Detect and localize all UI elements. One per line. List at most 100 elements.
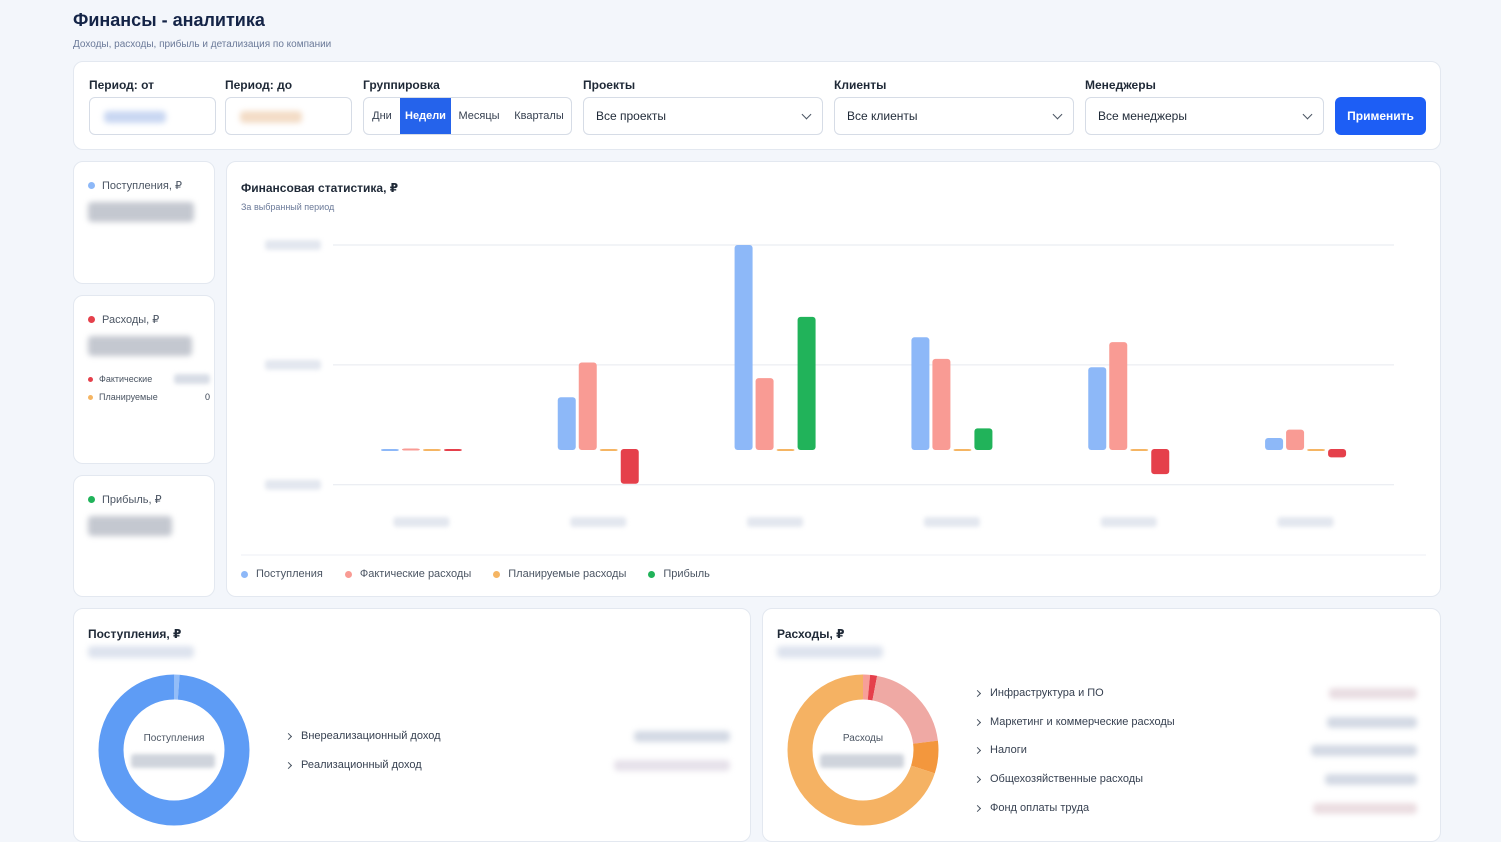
- financial-stats-chart-card: Финансовая статистика, ₽ За выбранный пе…: [226, 161, 1441, 597]
- expenses-actual-value: [174, 374, 210, 384]
- expenses-breakdown-card: Расходы, ₽ Расходы Инфраструктура и ПО М…: [762, 608, 1441, 842]
- actual-dot-icon: [88, 376, 93, 382]
- chevron-right-icon: [284, 761, 293, 769]
- planned-dot-icon: [88, 394, 93, 400]
- bar-3-6[interactable]: [1307, 449, 1326, 451]
- expenses-category-value: [1327, 717, 1417, 728]
- bar-1-1[interactable]: [380, 449, 399, 451]
- bar-4-4[interactable]: [974, 428, 993, 450]
- legend-income[interactable]: Поступления: [241, 568, 323, 580]
- y-tick-label: [265, 240, 321, 250]
- profit-stat-title: Прибыль, ₽: [88, 493, 162, 506]
- bar-1-4[interactable]: [911, 337, 930, 450]
- page-subtitle: Доходы, расходы, прибыль и детализация п…: [73, 39, 332, 50]
- profit-stat-card: Прибыль, ₽: [73, 475, 215, 597]
- bar-3-1[interactable]: [422, 449, 441, 451]
- income-breakdown-card: Поступления, ₽ Поступления Внереализацио…: [73, 608, 751, 842]
- apply-button[interactable]: Применить: [1335, 97, 1426, 135]
- income-category-operating[interactable]: Реализационный доход: [284, 759, 422, 771]
- clients-select[interactable]: Все клиенты: [834, 97, 1074, 135]
- expenses-actual-row: Фактические: [88, 374, 210, 384]
- grouping-days[interactable]: Дни: [364, 98, 400, 134]
- grouping-months[interactable]: Месяцы: [451, 98, 507, 134]
- bar-4-5[interactable]: [1151, 449, 1170, 475]
- x-tick-label: [570, 517, 627, 527]
- income-donut-value: [131, 754, 215, 768]
- bar-4-2[interactable]: [620, 449, 639, 484]
- clients-value: Все клиенты: [847, 109, 918, 123]
- x-tick-label: [393, 517, 450, 527]
- bar-2-5[interactable]: [1109, 342, 1128, 450]
- bar-3-2[interactable]: [599, 449, 618, 451]
- chevron-right-icon: [973, 718, 982, 726]
- managers-select[interactable]: Все менеджеры: [1085, 97, 1324, 135]
- period-to-input[interactable]: [225, 97, 352, 135]
- income-donut-label: Поступления: [143, 733, 205, 744]
- grouping-quarters[interactable]: Кварталы: [507, 98, 571, 134]
- expenses-category-marketing[interactable]: Маркетинг и коммерческие расходы: [973, 716, 1175, 728]
- income-stat-value: [88, 202, 194, 222]
- expenses-category-general[interactable]: Общехозяйственные расходы: [973, 773, 1143, 785]
- x-tick-label: [747, 517, 804, 527]
- income-dot-icon: [88, 182, 95, 189]
- bar-1-3[interactable]: [734, 245, 753, 450]
- period-from-value: [104, 111, 166, 123]
- expenses-category-payroll[interactable]: Фонд оплаты труда: [973, 802, 1089, 814]
- bar-2-1[interactable]: [401, 448, 420, 451]
- clients-label: Клиенты: [834, 78, 887, 92]
- chevron-right-icon: [973, 689, 982, 697]
- chevron-down-icon: [801, 109, 812, 119]
- legend-profit[interactable]: Прибыль: [648, 568, 710, 580]
- income-breakdown-total: [88, 646, 194, 658]
- chevron-right-icon: [284, 732, 293, 740]
- legend-planned-expenses[interactable]: Планируемые расходы: [493, 568, 626, 580]
- expenses-category-value: [1325, 774, 1417, 785]
- expenses-planned-row: Планируемые 0: [88, 392, 210, 402]
- bar-1-6[interactable]: [1265, 438, 1284, 450]
- bar-1-5[interactable]: [1088, 367, 1107, 450]
- legend-dot-icon: [493, 570, 501, 578]
- expenses-category-infrastructure[interactable]: Инфраструктура и ПО: [973, 687, 1104, 699]
- expenses-donut-value: [820, 754, 904, 768]
- chart-legend: Поступления Фактические расходы Планируе…: [241, 568, 710, 580]
- bar-3-4[interactable]: [953, 449, 972, 451]
- chevron-right-icon: [973, 746, 982, 754]
- expenses-breakdown-title: Расходы, ₽: [777, 627, 845, 641]
- income-stat-card: Поступления, ₽: [73, 161, 215, 284]
- legend-actual-expenses[interactable]: Фактические расходы: [344, 568, 471, 580]
- income-category-nonoperating[interactable]: Внереализационный доход: [284, 730, 441, 742]
- bar-1-2[interactable]: [557, 397, 576, 450]
- projects-select[interactable]: Все проекты: [583, 97, 823, 135]
- bar-4-6[interactable]: [1328, 449, 1347, 458]
- managers-label: Менеджеры: [1085, 78, 1156, 92]
- grouping-weeks[interactable]: Недели: [400, 98, 451, 134]
- bar-3-5[interactable]: [1130, 449, 1149, 451]
- bar-4-3[interactable]: [797, 316, 816, 450]
- bar-2-6[interactable]: [1286, 429, 1305, 450]
- bar-2-4[interactable]: [932, 358, 951, 450]
- period-from-input[interactable]: [89, 97, 216, 135]
- projects-label: Проекты: [583, 78, 636, 92]
- bar-4-1[interactable]: [443, 449, 462, 451]
- y-tick-label: [265, 359, 321, 370]
- expenses-stat-card: Расходы, ₽ Фактические Планируемые 0: [73, 295, 215, 464]
- projects-value: Все проекты: [596, 109, 667, 123]
- x-tick-label: [923, 517, 980, 527]
- chevron-right-icon: [973, 775, 982, 783]
- x-tick-label: [1100, 517, 1157, 527]
- bar-2-3[interactable]: [755, 378, 774, 450]
- managers-value: Все менеджеры: [1098, 109, 1187, 123]
- donut-segment-2[interactable]: [98, 674, 250, 826]
- expenses-category-value: [1311, 745, 1417, 756]
- expenses-category-taxes[interactable]: Налоги: [973, 744, 1027, 756]
- income-donut-chart: [98, 674, 250, 826]
- page-header: Финансы - аналитика Доходы, расходы, при…: [73, 10, 331, 50]
- bar-3-3[interactable]: [776, 449, 795, 451]
- page-title: Финансы - аналитика: [73, 10, 265, 30]
- bar-2-2[interactable]: [578, 362, 597, 450]
- expenses-dot-icon: [88, 316, 95, 323]
- chevron-down-icon: [1302, 109, 1313, 119]
- period-to-value: [240, 111, 302, 123]
- grouping-label: Группировка: [363, 78, 440, 92]
- grouping-segmented-control: Дни Недели Месяцы Кварталы: [363, 97, 572, 135]
